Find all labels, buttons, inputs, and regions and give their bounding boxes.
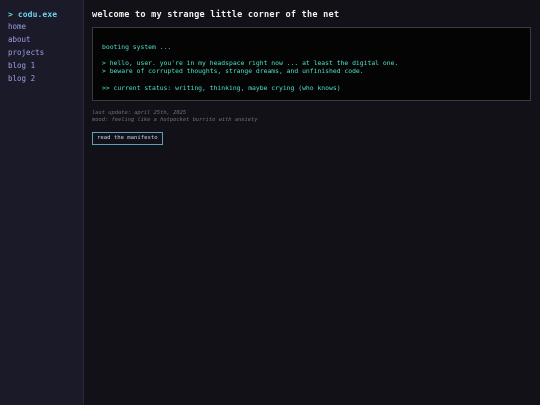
main-content: welcome to my strange little corner of t…	[92, 0, 532, 145]
sidebar: > codu.exe home about projects blog 1 bl…	[0, 0, 84, 405]
last-update-text: last update: april 25th, 2025	[92, 110, 187, 116]
terminal-box: booting system ... > hello, user. you're…	[92, 27, 531, 101]
brand-label: codu.exe	[17, 10, 58, 19]
sidebar-item-projects[interactable]: projects	[8, 46, 75, 59]
sidebar-item-blog-2[interactable]: blog 2	[8, 72, 75, 85]
read-manifesto-button[interactable]: read the manifesto	[92, 132, 163, 145]
page-title: welcome to my strange little corner of t…	[92, 10, 340, 20]
sidebar-item-blog-1[interactable]: blog 1	[8, 59, 75, 72]
terminal-line: > beware of corrupted thoughts, strange …	[102, 67, 364, 76]
chevron-right-icon: >	[8, 10, 13, 19]
sidebar-item-home[interactable]: home	[8, 20, 75, 33]
terminal-boot-line: booting system ...	[102, 43, 172, 51]
mood-text: mood: feeling like a hotpocket burrito w…	[92, 117, 258, 123]
terminal-spacer	[102, 76, 521, 84]
terminal-spacer	[102, 51, 521, 59]
terminal-status-line: >> current status: writing, thinking, ma…	[102, 83, 341, 92]
sidebar-item-about[interactable]: about	[8, 33, 75, 46]
site-brand[interactable]: > codu.exe	[8, 9, 75, 20]
terminal-line: > hello, user. you're in my headspace ri…	[102, 59, 399, 68]
